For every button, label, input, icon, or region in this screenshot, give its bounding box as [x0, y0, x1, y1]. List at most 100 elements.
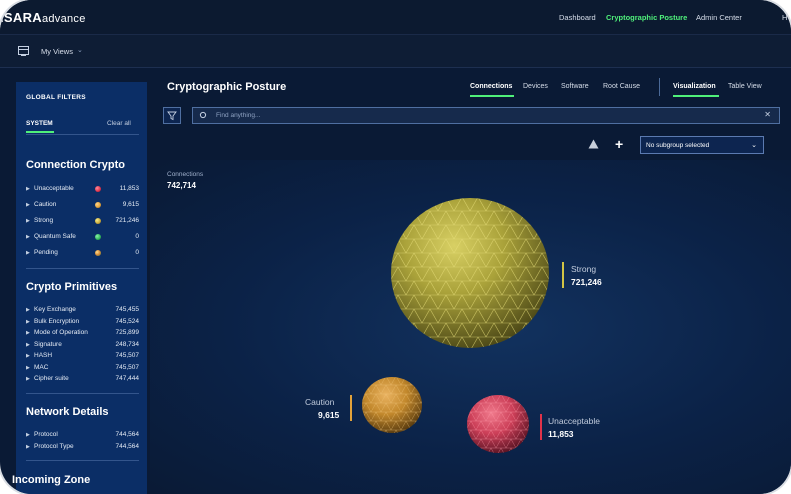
active-tab-indicator	[470, 95, 514, 97]
filter-label: MAC	[34, 363, 49, 371]
filter-signature[interactable]: ▶ Signature 248,734	[26, 341, 139, 353]
filter-caution[interactable]: ▶ Caution 9,615	[26, 201, 139, 213]
strong-legend-bar	[562, 262, 564, 288]
subgroup-select[interactable]: No subgroup selected ⌄	[640, 136, 764, 154]
filter-count: 0	[135, 249, 139, 256]
incoming-zone-title[interactable]: Incoming Zone	[12, 474, 90, 486]
views-bar: My Views ⌄	[0, 35, 791, 68]
top-navigation: ISARAadvance Dashboard Cryptographic Pos…	[0, 0, 791, 35]
sphere-unacceptable[interactable]	[466, 394, 530, 454]
add-icon[interactable]: +	[615, 137, 623, 151]
filter-count: 9,615	[122, 201, 139, 208]
strong-label: Strong	[571, 264, 597, 274]
search-bar[interactable]: ✕	[192, 107, 780, 124]
filter-label: Caution	[34, 201, 57, 208]
system-tab-indicator	[26, 131, 54, 133]
expand-arrow-icon[interactable]: ▶	[26, 444, 30, 450]
warning-triangle-icon[interactable]	[588, 139, 599, 149]
strong-value: 721,246	[571, 277, 602, 287]
tab-root-cause[interactable]: Root Cause	[603, 83, 640, 90]
expand-arrow-icon[interactable]: ▶	[26, 432, 30, 438]
expand-arrow-icon[interactable]: ▶	[26, 365, 30, 371]
unacceptable-label: Unacceptable	[548, 416, 600, 426]
expand-arrow-icon[interactable]: ▶	[26, 186, 30, 192]
filter-cipher-suite[interactable]: ▶ Cipher suite 747,444	[26, 375, 139, 387]
filter-count: 721,246	[115, 217, 140, 224]
filter-label: Quantum Safe	[34, 233, 76, 240]
tab-divider	[659, 78, 660, 96]
sphere-caution[interactable]	[361, 376, 423, 434]
filter-bulk-encryption[interactable]: ▶ Bulk Encryption 745,524	[26, 318, 139, 330]
filter-label: Pending	[34, 249, 58, 256]
filter-mode-of-operation[interactable]: ▶ Mode of Operation 725,899	[26, 329, 139, 341]
status-dot-red	[95, 186, 101, 192]
filter-count: 0	[135, 233, 139, 240]
filter-label: Strong	[34, 217, 54, 224]
filter-label: Mode of Operation	[34, 329, 88, 336]
connection-crypto-title[interactable]: Connection Crypto	[26, 159, 125, 171]
expand-arrow-icon[interactable]: ▶	[26, 353, 30, 359]
expand-arrow-icon[interactable]: ▶	[26, 250, 30, 256]
status-dot-yellow	[95, 218, 101, 224]
filter-label: HASH	[34, 352, 53, 359]
close-icon[interactable]: ✕	[764, 110, 771, 119]
my-views-dropdown[interactable]: My Views	[41, 47, 73, 56]
expand-arrow-icon[interactable]: ▶	[26, 202, 30, 208]
nav-dashboard[interactable]: Dashboard	[559, 13, 596, 22]
filter-protocol-type[interactable]: ▶ Protocol Type 744,564	[26, 443, 139, 455]
nav-cryptographic-posture[interactable]: Cryptographic Posture	[606, 13, 687, 22]
filter-count: 11,853	[119, 185, 139, 192]
expand-arrow-icon[interactable]: ▶	[26, 307, 30, 313]
tab-devices[interactable]: Devices	[523, 83, 548, 90]
expand-arrow-icon[interactable]: ▶	[26, 376, 30, 382]
system-tab[interactable]: SYSTEM	[26, 120, 53, 127]
tab-software[interactable]: Software	[561, 83, 589, 90]
brand-logo[interactable]: ISARAadvance	[0, 10, 86, 25]
clear-all-button[interactable]: Clear all	[107, 120, 131, 127]
filter-label: Protocol	[34, 431, 58, 438]
tab-connections[interactable]: Connections	[470, 83, 512, 90]
filter-hash[interactable]: ▶ HASH 745,507	[26, 352, 139, 364]
sidebar-title: GLOBAL FILTERS	[26, 94, 86, 101]
expand-arrow-icon[interactable]: ▶	[26, 218, 30, 224]
brand-suffix: advance	[41, 13, 86, 25]
expand-arrow-icon[interactable]: ▶	[26, 330, 30, 336]
filter-protocol[interactable]: ▶ Protocol 744,564	[26, 431, 139, 443]
tab-table-view[interactable]: Table View	[728, 83, 762, 90]
filter-pending[interactable]: ▶ Pending 0	[26, 249, 139, 261]
filter-mac[interactable]: ▶ MAC 745,507	[26, 364, 139, 376]
nav-admin-center[interactable]: Admin Center	[696, 13, 742, 22]
network-details-title[interactable]: Network Details	[26, 406, 109, 418]
filter-count: 745,455	[115, 306, 140, 313]
tab-visualization[interactable]: Visualization	[673, 83, 716, 90]
app-window: ISARAadvance Dashboard Cryptographic Pos…	[0, 0, 791, 494]
filter-funnel-icon	[167, 111, 177, 121]
expand-arrow-icon[interactable]: ▶	[26, 234, 30, 240]
filter-quantum-safe[interactable]: ▶ Quantum Safe 0	[26, 233, 139, 245]
filter-count: 248,734	[115, 340, 140, 348]
views-icon[interactable]	[18, 45, 29, 56]
filter-label: Unacceptable	[34, 185, 74, 192]
search-input[interactable]	[216, 110, 746, 121]
divider	[26, 134, 139, 135]
divider	[26, 460, 139, 461]
filter-label: Key Exchange	[34, 306, 76, 313]
filter-button[interactable]	[163, 107, 181, 124]
expand-arrow-icon[interactable]: ▶	[26, 319, 30, 325]
filter-count: 745,507	[115, 363, 140, 371]
sphere-strong[interactable]	[390, 197, 550, 349]
nav-truncated-item[interactable]: H	[782, 13, 787, 22]
global-filters-sidebar: GLOBAL FILTERS SYSTEM Clear all Connecti…	[12, 82, 147, 494]
status-dot-green	[95, 234, 101, 240]
filter-key-exchange[interactable]: ▶ Key Exchange 745,455	[26, 306, 139, 318]
expand-arrow-icon[interactable]: ▶	[26, 342, 30, 348]
filter-label: Protocol Type	[34, 442, 74, 450]
filter-count: 745,524	[115, 317, 140, 325]
filter-strong[interactable]: ▶ Strong 721,246	[26, 217, 139, 229]
chevron-down-icon[interactable]: ⌄	[77, 46, 83, 54]
filter-unacceptable[interactable]: ▶ Unacceptable 11,853	[26, 185, 139, 197]
unacceptable-legend-bar	[540, 414, 542, 440]
filter-count: 725,899	[115, 329, 140, 336]
filter-count: 744,564	[115, 442, 140, 450]
crypto-primitives-title[interactable]: Crypto Primitives	[26, 281, 117, 293]
